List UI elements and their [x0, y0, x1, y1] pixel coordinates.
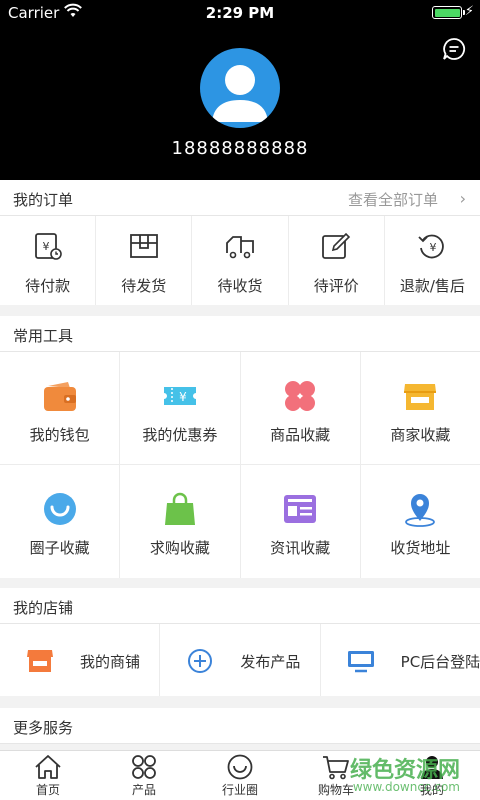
wallet-icon — [43, 382, 76, 411]
more-services-header: 更多服务 — [0, 708, 480, 744]
tool-label: 我的钱包 — [29, 426, 90, 444]
svg-text:¥: ¥ — [42, 240, 49, 253]
section-title: 更多服务 — [13, 719, 74, 737]
tab-label: 购物车 — [317, 783, 354, 797]
order-pending-payment[interactable]: ¥ 待付款 — [0, 216, 97, 305]
shop-row: 我的商铺 发布产品 PC后台登陆 — [0, 624, 480, 696]
shop-label: PC后台登陆 — [400, 653, 480, 671]
tool-label: 收货地址 — [390, 539, 451, 557]
view-all-orders-link[interactable]: 查看全部订单 — [348, 189, 438, 210]
circle-icon — [227, 754, 253, 780]
order-label: 待发货 — [121, 277, 167, 295]
order-status-row: ¥ 待付款 待发货 待收货 待评价 ¥ 退款/售后 — [0, 216, 480, 305]
svg-text:¥: ¥ — [179, 390, 187, 404]
tools-header: 常用工具 — [0, 316, 480, 352]
section-title: 常用工具 — [13, 327, 74, 345]
tab-label: 我的 — [419, 783, 444, 797]
tool-label: 商品收藏 — [270, 426, 331, 444]
add-circle-icon — [188, 649, 213, 673]
orders-header[interactable]: 我的订单 查看全部订单 › — [0, 180, 480, 216]
chevron-right-icon[interactable]: › — [460, 189, 466, 208]
tab-industry-circle[interactable]: 行业圈 — [192, 751, 288, 800]
shop-publish-product[interactable]: 发布产品 — [160, 624, 321, 696]
message-icon[interactable] — [442, 37, 466, 61]
tab-label: 行业圈 — [221, 783, 258, 797]
shop-pc-login[interactable]: PC后台登陆 — [321, 624, 480, 696]
pending-shipment-icon — [129, 234, 158, 258]
section-title: 我的订单 — [13, 191, 74, 209]
shop-my-store[interactable]: 我的商铺 — [0, 624, 161, 696]
tool-news-favorites[interactable]: 资讯收藏 — [241, 465, 361, 578]
tab-cart[interactable]: 购物车 — [288, 751, 384, 800]
tool-label: 商家收藏 — [390, 426, 451, 444]
tool-wallet[interactable]: 我的钱包 — [0, 352, 121, 464]
tool-label: 圈子收藏 — [29, 539, 90, 557]
order-pending-shipment[interactable]: 待发货 — [96, 216, 193, 305]
shop-header: 我的店铺 — [0, 588, 480, 624]
user-icon — [421, 756, 443, 779]
status-bar: Carrier 2:29 PM ⚡ — [0, 0, 480, 26]
order-label: 待评价 — [313, 277, 359, 295]
order-refund[interactable]: ¥ 退款/售后 — [385, 216, 480, 305]
tab-mine[interactable]: 我的 — [384, 751, 480, 800]
order-pending-review[interactable]: 待评价 — [289, 216, 385, 305]
shop-icon — [27, 650, 53, 672]
shop-label: 我的商铺 — [80, 653, 141, 671]
profile-header: 18888888888 — [0, 26, 480, 180]
clover-icon — [285, 381, 316, 411]
order-label: 退款/售后 — [399, 277, 465, 295]
tool-shipping-address[interactable]: 收货地址 — [361, 465, 480, 578]
user-phone: 18888888888 — [171, 138, 309, 159]
tab-products[interactable]: 产品 — [96, 751, 192, 800]
tab-bar: 首页 产品 行业圈 购物车 我的 — [0, 750, 480, 800]
refund-icon: ¥ — [418, 234, 445, 259]
pending-payment-icon: ¥ — [34, 233, 62, 260]
tool-label: 资讯收藏 — [270, 539, 331, 557]
tool-product-favorites[interactable]: 商品收藏 — [241, 352, 361, 464]
svg-text:¥: ¥ — [430, 241, 437, 254]
tab-home[interactable]: 首页 — [0, 751, 96, 800]
location-pin-icon — [405, 494, 436, 527]
tab-label: 产品 — [131, 783, 156, 797]
home-icon — [35, 755, 61, 779]
clock: 2:29 PM — [205, 4, 275, 22]
shop-label: 发布产品 — [240, 653, 301, 671]
tool-merchant-favorites[interactable]: 商家收藏 — [361, 352, 480, 464]
tools-grid: 我的钱包 ¥ 我的优惠券 商品收藏 商家收藏 圈子收藏 求购收藏 资讯收藏 收货… — [0, 352, 480, 578]
charging-icon: ⚡ — [464, 4, 474, 19]
monitor-icon — [347, 651, 374, 673]
tool-label: 我的优惠券 — [142, 426, 218, 444]
pending-review-icon — [322, 232, 351, 259]
tool-purchase-favorites[interactable]: 求购收藏 — [120, 465, 241, 578]
storefront-icon — [404, 384, 437, 410]
order-pending-receipt[interactable]: 待收货 — [192, 216, 289, 305]
coupon-icon: ¥ — [163, 387, 196, 405]
avatar[interactable] — [200, 48, 280, 128]
news-icon — [284, 495, 317, 523]
section-title: 我的店铺 — [13, 599, 74, 617]
smile-circle-icon — [43, 493, 76, 525]
tool-coupon[interactable]: ¥ 我的优惠券 — [120, 352, 241, 464]
cart-icon — [323, 756, 349, 780]
grid-icon — [132, 755, 156, 779]
order-label: 待收货 — [217, 277, 263, 295]
order-label: 待付款 — [25, 277, 71, 295]
pending-receipt-icon — [226, 236, 254, 259]
tab-label: 首页 — [35, 783, 60, 797]
battery-icon — [432, 6, 465, 19]
tool-label: 求购收藏 — [149, 539, 210, 557]
avatar-person-icon — [212, 65, 268, 122]
tool-circle-favorites[interactable]: 圈子收藏 — [0, 465, 121, 578]
shopping-bag-icon — [164, 492, 195, 525]
